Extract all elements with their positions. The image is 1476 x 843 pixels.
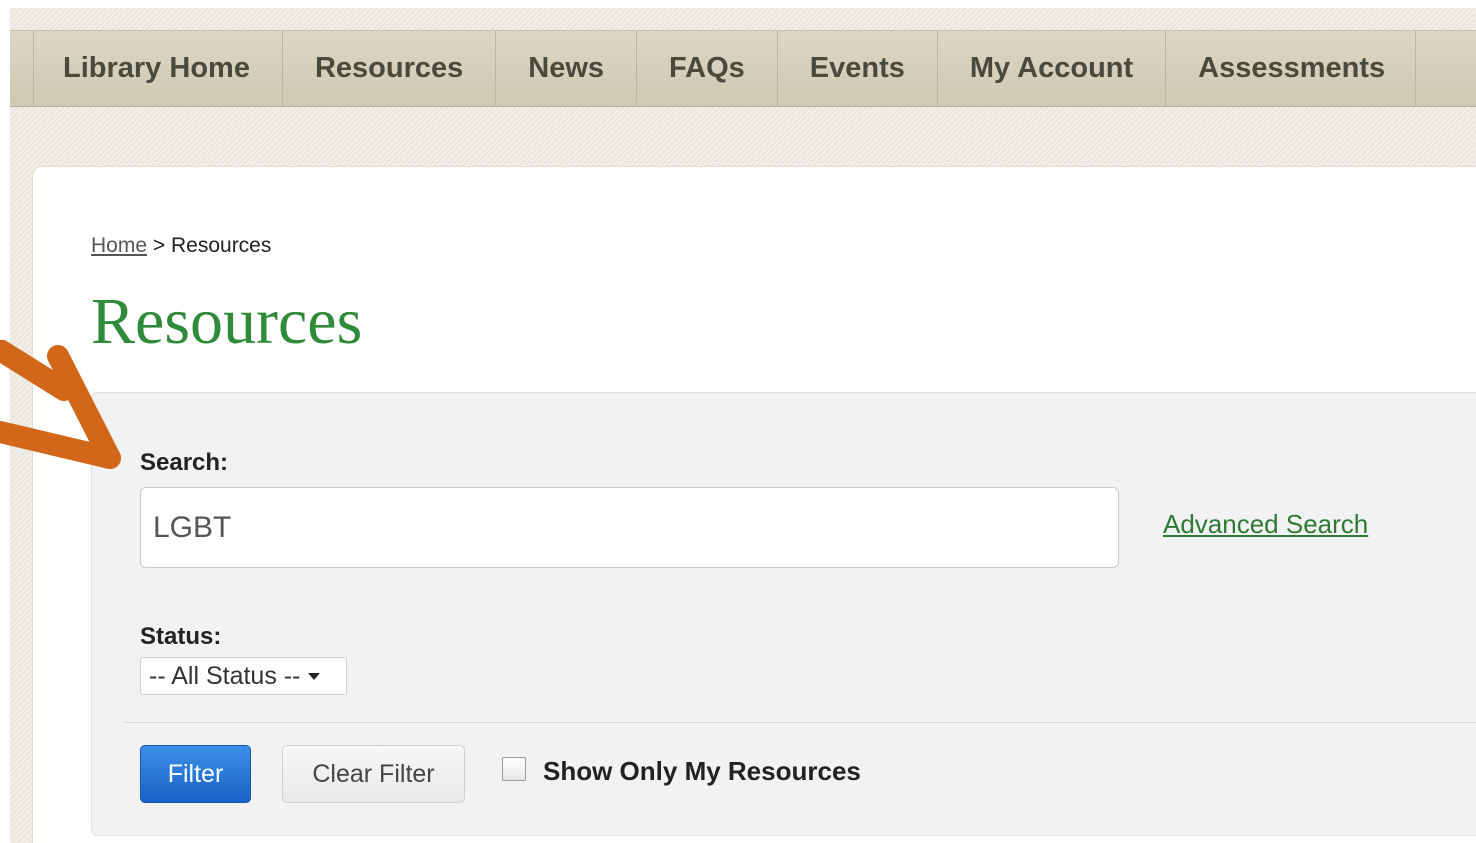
main-navigation: Library Home Resources News FAQs Events … bbox=[10, 30, 1476, 107]
top-strip bbox=[0, 0, 1476, 8]
nav-item-resources[interactable]: Resources bbox=[283, 31, 497, 106]
search-input[interactable] bbox=[140, 487, 1119, 568]
status-select[interactable]: -- All Status -- bbox=[140, 657, 347, 695]
nav-item-library-home[interactable]: Library Home bbox=[34, 31, 283, 106]
nav-lead-spacer bbox=[10, 31, 34, 106]
filter-button[interactable]: Filter bbox=[140, 745, 251, 803]
status-select-value: -- All Status -- bbox=[149, 661, 301, 690]
filter-divider bbox=[124, 722, 1476, 723]
breadcrumb: Home > Resources bbox=[91, 234, 271, 258]
advanced-search-link[interactable]: Advanced Search bbox=[1163, 509, 1368, 540]
search-label: Search: bbox=[140, 449, 229, 476]
nav-item-my-account[interactable]: My Account bbox=[938, 31, 1167, 106]
clear-filter-button[interactable]: Clear Filter bbox=[282, 745, 465, 803]
breadcrumb-separator: > bbox=[152, 234, 166, 257]
breadcrumb-home-link[interactable]: Home bbox=[91, 234, 147, 257]
nav-item-events[interactable]: Events bbox=[778, 31, 938, 106]
nav-item-faqs[interactable]: FAQs bbox=[637, 31, 778, 106]
breadcrumb-current: Resources bbox=[170, 234, 272, 257]
show-only-my-resources-checkbox[interactable] bbox=[502, 757, 526, 781]
show-only-my-resources-label[interactable]: Show Only My Resources bbox=[543, 756, 861, 787]
nav-item-news[interactable]: News bbox=[496, 31, 638, 106]
caret-down-icon bbox=[308, 672, 321, 680]
nav-item-assessments[interactable]: Assessments bbox=[1166, 31, 1417, 106]
status-label: Status: bbox=[140, 623, 222, 650]
orange-arrow-icon bbox=[0, 340, 121, 469]
